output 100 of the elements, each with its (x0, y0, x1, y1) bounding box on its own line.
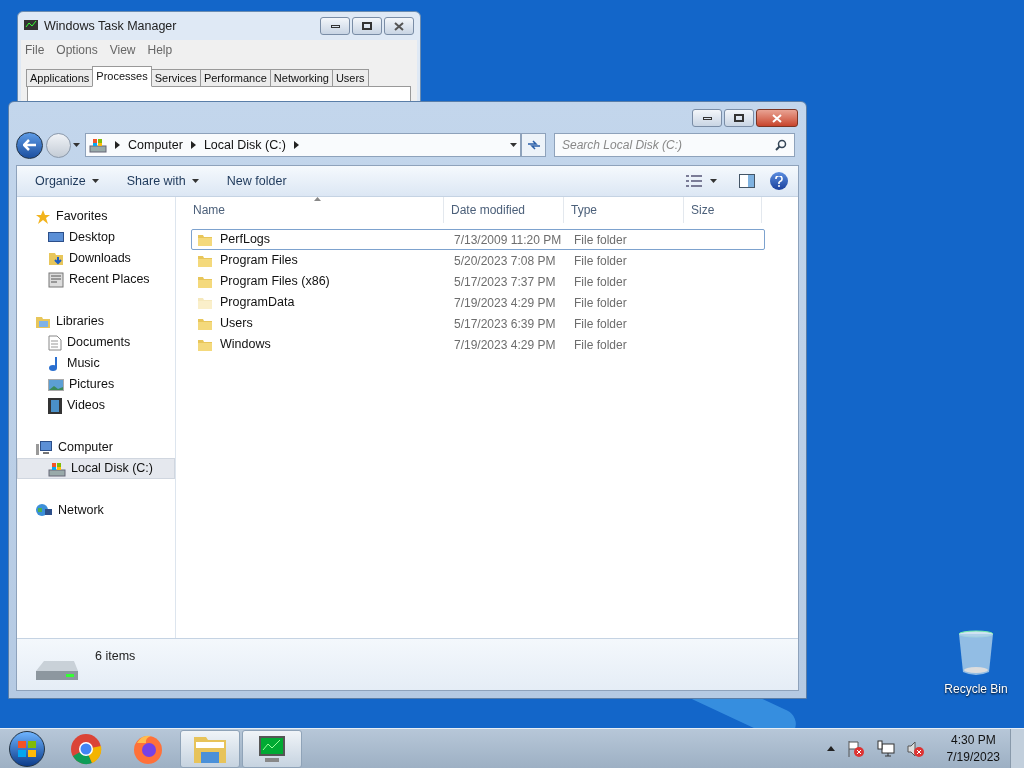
file-name: Windows (220, 336, 271, 354)
folder-icon (197, 232, 213, 247)
refresh-button[interactable] (521, 133, 546, 157)
speaker-muted-icon[interactable] (906, 739, 925, 758)
date-modified-cell-text: 5/20/2023 7:08 PM (453, 252, 557, 270)
chrome-icon (70, 732, 102, 765)
date-modified-cell-text: 7/13/2009 11:20 PM (453, 231, 563, 249)
back-arrow-icon (22, 139, 37, 151)
menu-item[interactable]: File (25, 41, 45, 59)
item-count: 6 items (95, 648, 136, 665)
caret-icon (191, 179, 199, 183)
details-view-icon (686, 175, 702, 187)
nav-group[interactable]: Libraries (17, 311, 175, 332)
file-row[interactable]: Users 5/17/2023 6:39 PM File folder (191, 313, 765, 334)
minimize-button[interactable] (320, 17, 350, 35)
file-name: PerfLogs (220, 231, 271, 249)
tab[interactable]: Processes (92, 66, 152, 87)
recycle-bin-icon[interactable] (958, 630, 994, 676)
menu-item[interactable]: Help (147, 41, 173, 59)
column-header[interactable]: Type (564, 197, 684, 223)
tab[interactable]: Users (331, 69, 369, 87)
flag-error-icon[interactable] (846, 739, 865, 758)
window-title: Windows Task Manager (44, 17, 177, 35)
help-button[interactable] (770, 172, 788, 190)
desktop-icon-label[interactable]: Recycle Bin (944, 680, 1008, 698)
file-row[interactable]: ProgramData 7/19/2023 4:29 PM File folder (191, 292, 765, 313)
star-icon (35, 208, 51, 225)
type-cell-text: File folder (573, 252, 628, 270)
toolbar-button[interactable]: New folder (218, 169, 295, 193)
folder-icon (197, 253, 213, 268)
chevron-icon (190, 141, 196, 149)
type-cell-text: File folder (573, 231, 628, 249)
date-modified-cell-text: 5/17/2023 6:39 PM (453, 315, 557, 333)
taskbar-button[interactable] (242, 729, 302, 768)
type-cell-text: File folder (573, 315, 628, 333)
monitor-icon (48, 230, 64, 245)
folder-icon (197, 316, 213, 331)
address-bar[interactable]: Computer Local Disk (C:) (85, 133, 521, 157)
tab[interactable]: Applications (26, 69, 94, 87)
file-row[interactable]: PerfLogs 7/13/2009 11:20 PM File folder (191, 229, 765, 250)
download-folder-icon (48, 250, 64, 267)
preview-pane-button[interactable] (737, 171, 757, 191)
column-header[interactable]: Date modified (444, 197, 564, 223)
nav-group[interactable]: Computer (17, 437, 175, 458)
search-field[interactable]: Search Local Disk (C:) (554, 133, 795, 157)
search-input[interactable]: Search Local Disk (C:) (562, 136, 775, 154)
nav-item[interactable]: Pictures (17, 374, 175, 395)
tab[interactable]: Services (150, 69, 201, 87)
caret-icon (91, 179, 99, 183)
caret-icon (510, 143, 517, 147)
breadcrumb-item[interactable]: Local Disk (C:) (203, 135, 286, 155)
film-icon (48, 397, 62, 414)
folder-icon (197, 274, 213, 289)
taskbar-button[interactable] (180, 729, 240, 768)
file-row[interactable]: Program Files 5/20/2023 7:08 PM File folder (191, 250, 765, 271)
windows-logo-icon (17, 739, 37, 758)
nav-group[interactable]: Favorites (17, 206, 175, 227)
file-name: Program Files (220, 252, 298, 270)
clock[interactable]: 4:30 PM 7/19/2023 (946, 731, 1000, 766)
back-button[interactable] (16, 131, 43, 159)
tab[interactable]: Networking (269, 69, 333, 87)
file-row[interactable]: Program Files (x86) 5/17/2023 7:37 PM File folder (191, 271, 765, 292)
file-row[interactable]: Windows 7/19/2023 4:29 PM File folder (191, 334, 765, 355)
minimize-button[interactable] (692, 109, 722, 127)
folder-icon (197, 337, 213, 352)
nav-item[interactable]: Videos (17, 395, 175, 416)
show-hidden-icons-icon[interactable] (826, 746, 835, 751)
nav-group[interactable]: Network (17, 500, 175, 521)
caret-icon (73, 143, 80, 147)
nav-item[interactable]: Documents (17, 332, 175, 353)
type-cell-text: File folder (573, 294, 628, 312)
close-icon (772, 113, 782, 123)
start-button[interactable] (9, 730, 45, 767)
breadcrumb-item[interactable]: Computer (128, 135, 183, 155)
nav-item[interactable]: Downloads (17, 248, 175, 269)
nav-item[interactable]: Music (17, 353, 175, 374)
network-icon[interactable] (876, 739, 895, 758)
toolbar-button[interactable]: Share with (118, 169, 207, 193)
menu-item[interactable]: View (109, 41, 136, 59)
maximize-button[interactable] (724, 109, 754, 127)
network-globe-icon (35, 502, 53, 519)
file-name: ProgramData (220, 294, 295, 312)
nav-item[interactable]: Recent Places (17, 269, 175, 290)
task-manager-icon (23, 19, 39, 33)
close-button[interactable] (756, 109, 798, 127)
preview-pane-icon (739, 174, 755, 188)
chevron-icon (115, 141, 120, 149)
menu-item[interactable]: Options (56, 41, 98, 59)
caret-icon (710, 179, 717, 183)
column-header[interactable]: Size (684, 197, 762, 223)
column-header[interactable]: Name (186, 197, 444, 223)
toolbar-button[interactable]: Organize (27, 169, 107, 193)
nav-item[interactable]: Desktop (17, 227, 175, 248)
close-icon (394, 21, 404, 31)
computer-icon (35, 439, 53, 456)
close-button[interactable] (384, 17, 414, 35)
maximize-button[interactable] (352, 17, 382, 35)
tab[interactable]: Performance (199, 69, 271, 87)
help-icon (775, 175, 783, 187)
nav-item[interactable]: Local Disk (C:) (17, 458, 175, 479)
